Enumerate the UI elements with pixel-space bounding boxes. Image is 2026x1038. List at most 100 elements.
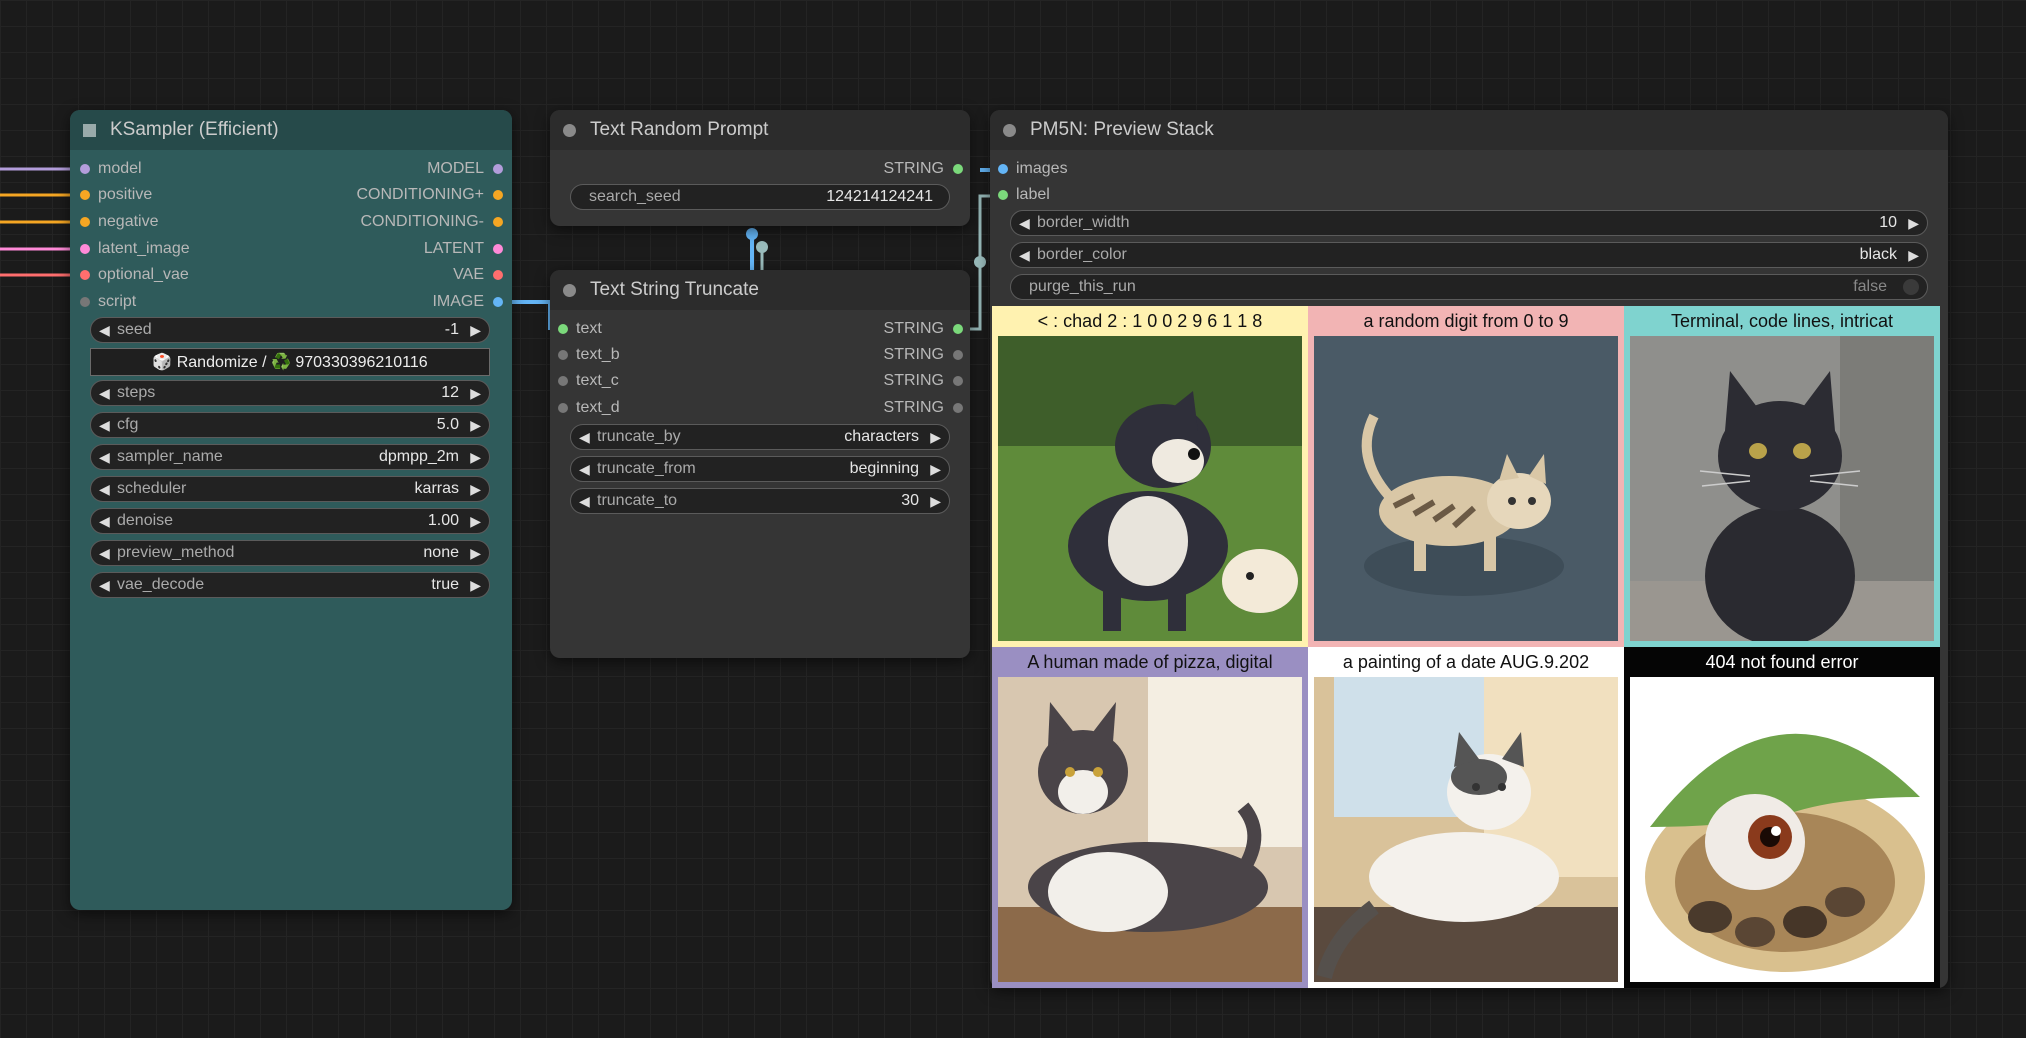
steps-widget[interactable]: ◀ steps 12 ▶ <box>90 380 490 406</box>
model-out-socket-icon[interactable] <box>493 164 503 174</box>
text-random-prompt-node[interactable]: Text Random Prompt STRING search_seed 12… <box>550 110 970 226</box>
decrement-arrow-icon[interactable]: ◀ <box>579 429 590 446</box>
truncate-output-2[interactable]: STRING <box>884 345 963 365</box>
input-model[interactable]: model <box>80 159 142 179</box>
increment-arrow-icon[interactable]: ▶ <box>930 429 941 446</box>
increment-arrow-icon[interactable]: ▶ <box>930 493 941 510</box>
output-conditioning-neg[interactable]: CONDITIONING- <box>360 212 503 232</box>
cond-pos-out-socket-icon[interactable] <box>493 190 503 200</box>
decrement-arrow-icon[interactable]: ◀ <box>99 545 110 562</box>
random-prompt-title-bar[interactable]: Text Random Prompt <box>550 110 970 150</box>
decrement-arrow-icon[interactable]: ◀ <box>1019 247 1030 264</box>
negative-socket-icon[interactable] <box>80 217 90 227</box>
collapse-icon[interactable] <box>83 124 96 137</box>
string-out-socket-icon[interactable] <box>953 376 963 386</box>
truncate-input-text-b[interactable]: text_b <box>558 345 620 365</box>
input-negative[interactable]: negative <box>80 212 159 232</box>
purge-this-run-toggle[interactable]: purge_this_run false <box>1010 274 1928 300</box>
truncate-input-text-d[interactable]: text_d <box>558 398 620 418</box>
increment-arrow-icon[interactable]: ▶ <box>470 449 481 466</box>
string-out-socket-icon[interactable] <box>953 403 963 413</box>
positive-socket-icon[interactable] <box>80 190 90 200</box>
cond-neg-out-socket-icon[interactable] <box>493 217 503 227</box>
increment-arrow-icon[interactable]: ▶ <box>1908 247 1919 264</box>
border-width-widget[interactable]: ◀ border_width 10 ▶ <box>1010 210 1928 236</box>
increment-arrow-icon[interactable]: ▶ <box>930 461 941 478</box>
output-latent[interactable]: LATENT <box>424 239 503 259</box>
truncate-from-widget[interactable]: ◀ truncate_from beginning ▶ <box>570 456 950 482</box>
preview-cell[interactable]: a random digit from 0 to 9 <box>1308 306 1624 647</box>
preview-title-bar[interactable]: PM5N: Preview Stack <box>990 110 1948 150</box>
randomize-button[interactable]: 🎲 Randomize / ♻️ 970330396210116 <box>90 348 490 376</box>
increment-arrow-icon[interactable]: ▶ <box>470 385 481 402</box>
scheduler-widget[interactable]: ◀ scheduler karras ▶ <box>90 476 490 502</box>
decrement-arrow-icon[interactable]: ◀ <box>99 577 110 594</box>
cfg-widget[interactable]: ◀ cfg 5.0 ▶ <box>90 412 490 438</box>
string-out-socket-icon[interactable] <box>953 350 963 360</box>
preview-cell[interactable]: < : chad 2 : 1 0 0 2 9 6 1 1 8 <box>992 306 1308 647</box>
decrement-arrow-icon[interactable]: ◀ <box>99 385 110 402</box>
string-out-socket-icon[interactable] <box>953 324 963 334</box>
decrement-arrow-icon[interactable]: ◀ <box>579 461 590 478</box>
string-out-socket-icon[interactable] <box>953 164 963 174</box>
input-latent-image[interactable]: latent_image <box>80 239 190 259</box>
preview-input-label[interactable]: label <box>998 185 1050 205</box>
increment-arrow-icon[interactable]: ▶ <box>470 417 481 434</box>
input-positive[interactable]: positive <box>80 185 152 205</box>
increment-arrow-icon[interactable]: ▶ <box>470 322 481 339</box>
latent-socket-icon[interactable] <box>80 244 90 254</box>
model-socket-icon[interactable] <box>80 164 90 174</box>
denoise-widget[interactable]: ◀ denoise 1.00 ▶ <box>90 508 490 534</box>
preview-input-images[interactable]: images <box>998 159 1068 179</box>
input-optional-vae[interactable]: optional_vae <box>80 265 189 285</box>
random-prompt-output-string[interactable]: STRING <box>884 159 963 179</box>
node-status-dot-icon[interactable] <box>563 284 576 297</box>
truncate-to-widget[interactable]: ◀ truncate_to 30 ▶ <box>570 488 950 514</box>
output-conditioning-pos[interactable]: CONDITIONING+ <box>356 185 503 205</box>
text-c-socket-icon[interactable] <box>558 376 568 386</box>
truncate-output-3[interactable]: STRING <box>884 371 963 391</box>
script-socket-icon[interactable] <box>80 297 90 307</box>
truncate-output-4[interactable]: STRING <box>884 398 963 418</box>
preview-cell[interactable]: Terminal, code lines, intricat <box>1624 306 1940 647</box>
increment-arrow-icon[interactable]: ▶ <box>470 545 481 562</box>
vae-decode-widget[interactable]: ◀ vae_decode true ▶ <box>90 572 490 598</box>
text-d-socket-icon[interactable] <box>558 403 568 413</box>
text-socket-icon[interactable] <box>558 324 568 334</box>
increment-arrow-icon[interactable]: ▶ <box>470 577 481 594</box>
node-status-dot-icon[interactable] <box>563 124 576 137</box>
node-status-dot-icon[interactable] <box>1003 124 1016 137</box>
decrement-arrow-icon[interactable]: ◀ <box>1019 215 1030 232</box>
preview-cell[interactable]: A human made of pizza, digital <box>992 647 1308 988</box>
input-script[interactable]: script <box>80 292 136 312</box>
increment-arrow-icon[interactable]: ▶ <box>470 513 481 530</box>
image-out-socket-icon[interactable] <box>493 297 503 307</box>
decrement-arrow-icon[interactable]: ◀ <box>99 449 110 466</box>
truncate-output-1[interactable]: STRING <box>884 319 963 339</box>
label-socket-icon[interactable] <box>998 190 1008 200</box>
preview-method-widget[interactable]: ◀ preview_method none ▶ <box>90 540 490 566</box>
output-model[interactable]: MODEL <box>427 159 503 179</box>
decrement-arrow-icon[interactable]: ◀ <box>99 322 110 339</box>
decrement-arrow-icon[interactable]: ◀ <box>579 493 590 510</box>
toggle-knob-icon[interactable] <box>1903 279 1919 295</box>
truncate-input-text-c[interactable]: text_c <box>558 371 619 391</box>
preview-cell[interactable]: 404 not found error <box>1624 647 1940 988</box>
search-seed-widget[interactable]: search_seed 124214124241 <box>570 184 950 210</box>
output-image[interactable]: IMAGE <box>432 292 503 312</box>
preview-cell[interactable]: a painting of a date AUG.9.202 <box>1308 647 1624 988</box>
increment-arrow-icon[interactable]: ▶ <box>470 481 481 498</box>
sampler-name-widget[interactable]: ◀ sampler_name dpmpp_2m ▶ <box>90 444 490 470</box>
seed-widget[interactable]: ◀ seed -1 ▶ <box>90 317 490 343</box>
decrement-arrow-icon[interactable]: ◀ <box>99 417 110 434</box>
vae-socket-icon[interactable] <box>80 270 90 280</box>
output-vae[interactable]: VAE <box>453 265 503 285</box>
decrement-arrow-icon[interactable]: ◀ <box>99 513 110 530</box>
truncate-title-bar[interactable]: Text String Truncate <box>550 270 970 310</box>
text-b-socket-icon[interactable] <box>558 350 568 360</box>
latent-out-socket-icon[interactable] <box>493 244 503 254</box>
decrement-arrow-icon[interactable]: ◀ <box>99 481 110 498</box>
truncate-input-text[interactable]: text <box>558 319 602 339</box>
truncate-by-widget[interactable]: ◀ truncate_by characters ▶ <box>570 424 950 450</box>
increment-arrow-icon[interactable]: ▶ <box>1908 215 1919 232</box>
